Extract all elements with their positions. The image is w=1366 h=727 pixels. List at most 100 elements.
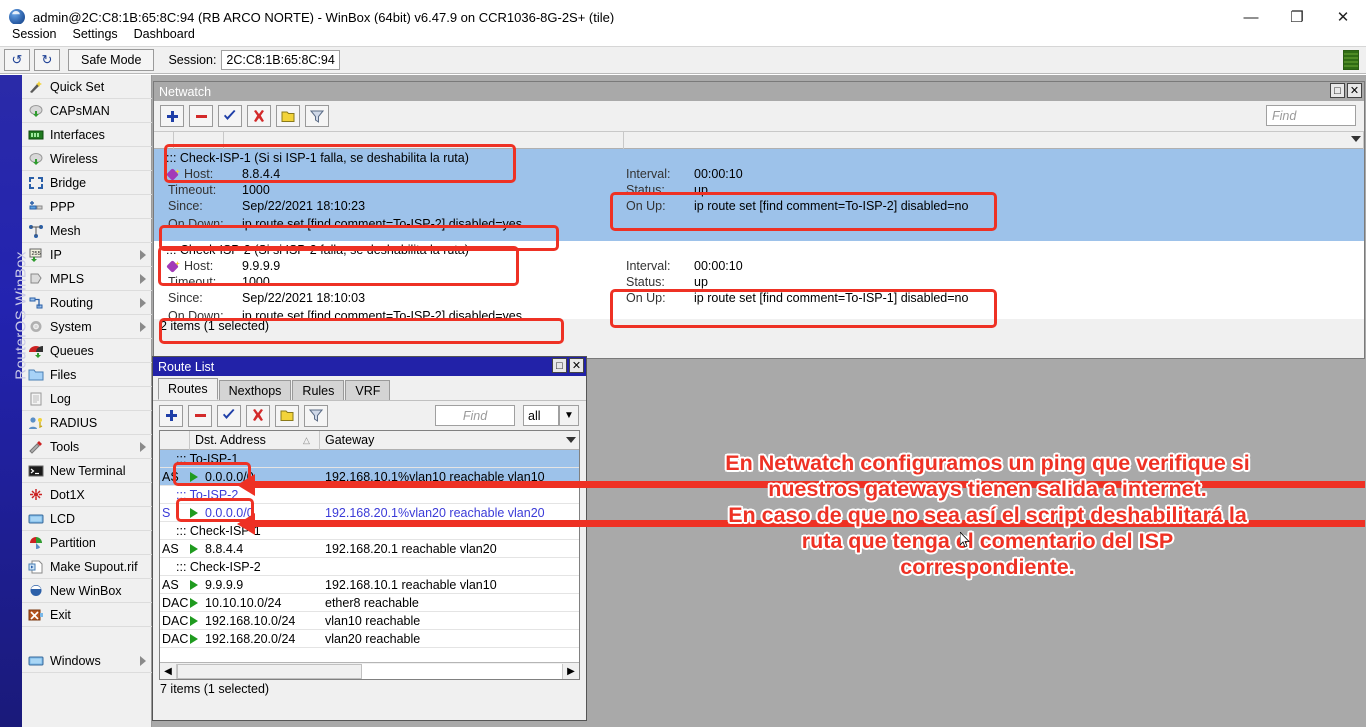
sidebar-item-wireless[interactable]: Wireless: [22, 147, 152, 171]
submenu-arrow-icon: [140, 442, 146, 452]
add-icon[interactable]: [160, 105, 184, 127]
column-dst-address[interactable]: Dst. Address: [190, 431, 320, 450]
remove-icon[interactable]: [189, 105, 213, 127]
enable-icon[interactable]: [218, 105, 242, 127]
filter-icon[interactable]: [304, 405, 328, 427]
scroll-right-icon[interactable]: ▶: [563, 664, 579, 679]
route-list-hscrollbar[interactable]: ◀ ▶: [160, 662, 579, 679]
sidebar-item-files[interactable]: Files: [22, 363, 152, 387]
column-gateway[interactable]: Gateway: [320, 431, 561, 450]
tab-vrf[interactable]: VRF: [345, 380, 390, 400]
table-row[interactable]: DAC10.10.10.0/24ether8 reachable: [160, 594, 579, 612]
route-list-titlebar[interactable]: Route List □ ✕: [153, 357, 586, 376]
sidebar-item-ip[interactable]: 255IP: [22, 243, 152, 267]
sidebar-item-interfaces[interactable]: Interfaces: [22, 123, 152, 147]
chevron-down-icon[interactable]: ▼: [559, 405, 579, 426]
table-row[interactable]: AS9.9.9.9192.168.10.1 reachable vlan10: [160, 576, 579, 594]
sidebar-item-windows[interactable]: Windows: [22, 649, 152, 673]
table-row[interactable]: AS8.8.4.4192.168.20.1 reachable vlan20: [160, 540, 579, 558]
filter-icon[interactable]: [305, 105, 329, 127]
netwatch-host-label: Host:: [184, 167, 213, 181]
sidebar-item-exit[interactable]: Exit: [22, 603, 152, 627]
route-active-arrow-icon: [190, 544, 198, 554]
disable-icon[interactable]: [247, 105, 271, 127]
menu-item-dashboard[interactable]: Dashboard: [126, 25, 203, 43]
route-comment-row[interactable]: ::: To-ISP-1: [160, 450, 579, 468]
netwatch-title-label: Netwatch: [159, 85, 211, 99]
menu-item-session[interactable]: Session: [4, 25, 64, 43]
sidebar-item-make-supout-rif[interactable]: Make Supout.rif: [22, 555, 152, 579]
sidebar-item-ppp[interactable]: PPP: [22, 195, 152, 219]
sidebar-item-capsman[interactable]: CAPsMAN: [22, 99, 152, 123]
netwatch-status-label: Status:: [626, 275, 665, 289]
route-list-status-bar: 7 items (1 selected): [153, 680, 586, 698]
log-icon: [27, 391, 44, 407]
menu-item-settings[interactable]: Settings: [64, 25, 125, 43]
sidebar-item-lcd[interactable]: LCD: [22, 507, 152, 531]
netwatch-entry-row[interactable]: ::: Check-ISP-1 (Si si ISP-1 falla, se d…: [154, 149, 1364, 241]
route-dst-address: 192.168.10.0/24: [205, 612, 295, 630]
undo-icon[interactable]: ↺: [4, 49, 30, 71]
session-value[interactable]: 2C:C8:1B:65:8C:94: [221, 50, 339, 70]
tab-nexthops[interactable]: Nexthops: [219, 380, 292, 400]
sidebar-item-mpls[interactable]: MPLS: [22, 267, 152, 291]
route-list-maximize-icon[interactable]: □: [552, 358, 567, 373]
sidebar-item-new-winbox[interactable]: New WinBox: [22, 579, 152, 603]
routing-icon: [27, 295, 44, 311]
remove-icon[interactable]: [188, 405, 212, 427]
sidebar-item-label: PPP: [50, 200, 75, 214]
table-row[interactable]: DAC192.168.20.0/24vlan20 reachable: [160, 630, 579, 648]
sidebar-item-queues[interactable]: Queues: [22, 339, 152, 363]
annotation-line-3: En caso de que no sea así el script desh…: [615, 502, 1360, 528]
sidebar-item-log[interactable]: Log: [22, 387, 152, 411]
terminal-icon: [27, 463, 44, 479]
netwatch-col-flags[interactable]: [154, 132, 174, 150]
add-icon[interactable]: [159, 405, 183, 427]
sidebar-item-radius[interactable]: RADIUS: [22, 411, 152, 435]
route-list-column-dropdown-icon[interactable]: [566, 437, 576, 443]
sidebar-item-quick-set[interactable]: Quick Set: [22, 75, 152, 99]
sidebar-brand-strip: RouterOS WinBox: [0, 75, 22, 727]
disable-icon[interactable]: [246, 405, 270, 427]
sidebar-item-system[interactable]: System: [22, 315, 152, 339]
sidebar-item-routing[interactable]: Routing: [22, 291, 152, 315]
radius-icon: [27, 415, 44, 431]
comment-icon[interactable]: [276, 105, 300, 127]
netwatch-col-1[interactable]: [174, 132, 224, 150]
route-list-close-icon[interactable]: ✕: [569, 358, 584, 373]
table-row[interactable]: DAC192.168.10.0/24vlan10 reachable: [160, 612, 579, 630]
route-list-filter-select[interactable]: all: [523, 405, 559, 426]
hscroll-thumb[interactable]: [177, 664, 362, 679]
enable-icon[interactable]: [217, 405, 241, 427]
sidebar-item-mesh[interactable]: Mesh: [22, 219, 152, 243]
sidebar-item-new-terminal[interactable]: New Terminal: [22, 459, 152, 483]
netwatch-timeout-value: 1000: [242, 183, 270, 197]
route-list-find-input[interactable]: Find: [435, 405, 515, 426]
column-flags[interactable]: [160, 431, 190, 450]
route-gateway: vlan10 reachable: [325, 612, 420, 630]
netwatch-column-dropdown-icon[interactable]: [1351, 136, 1361, 142]
netwatch-find-input[interactable]: Find: [1266, 105, 1356, 126]
netwatch-close-icon[interactable]: ✕: [1347, 83, 1362, 98]
redo-icon[interactable]: ↻: [34, 49, 60, 71]
netwatch-col-3[interactable]: [624, 132, 1364, 150]
scroll-left-icon[interactable]: ◀: [160, 664, 176, 679]
comment-icon[interactable]: [275, 405, 299, 427]
netwatch-titlebar[interactable]: Netwatch □ ✕: [154, 82, 1364, 101]
route-comment-row[interactable]: ::: To-ISP-2: [160, 486, 579, 504]
sidebar-item-tools[interactable]: Tools: [22, 435, 152, 459]
netwatch-maximize-icon[interactable]: □: [1330, 83, 1345, 98]
sort-ascending-icon: △: [303, 435, 310, 446]
safe-mode-button[interactable]: Safe Mode: [68, 49, 154, 71]
tab-routes[interactable]: Routes: [158, 378, 218, 400]
sidebar-item-dot1x[interactable]: Dot1X: [22, 483, 152, 507]
route-comment-row[interactable]: ::: Check-ISP-2: [160, 558, 579, 576]
hscroll-track[interactable]: [176, 664, 563, 679]
sidebar-item-label: Wireless: [50, 152, 98, 166]
netwatch-interval-label: Interval:: [626, 259, 670, 273]
route-flags: S: [162, 504, 170, 522]
sidebar-item-partition[interactable]: Partition: [22, 531, 152, 555]
netwatch-col-2[interactable]: [224, 132, 624, 150]
sidebar-item-bridge[interactable]: Bridge: [22, 171, 152, 195]
tab-rules[interactable]: Rules: [292, 380, 344, 400]
